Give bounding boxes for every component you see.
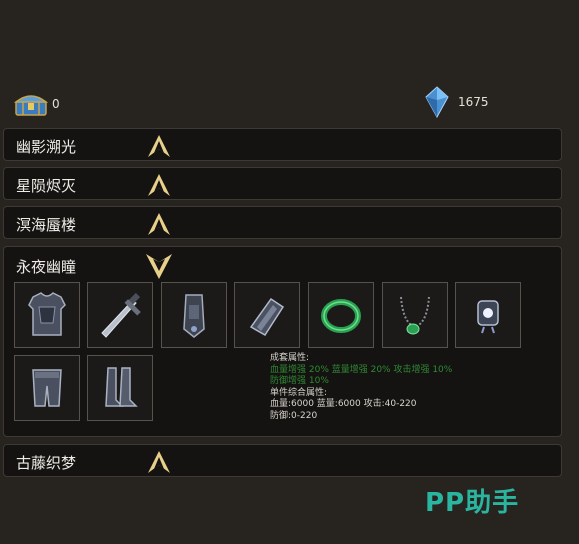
set-bonus-line: 防御增强 10% — [270, 376, 329, 386]
set-name: 溟海蜃楼 — [16, 216, 77, 234]
chest-count: 0 — [52, 97, 60, 111]
set-row-minghai[interactable]: 溟海蜃楼 — [3, 206, 562, 239]
sword-icon — [101, 292, 141, 338]
set-name: 古藤织梦 — [16, 454, 77, 472]
watermark-logo: PP助手 — [425, 488, 520, 518]
set-row-guteng[interactable]: 古藤织梦 — [3, 444, 562, 477]
item-slot-amulet[interactable] — [455, 282, 521, 348]
item-slot-gauntlet[interactable] — [234, 282, 300, 348]
item-slot-jade-bracelet[interactable] — [308, 282, 374, 348]
item-slot-jade-necklace[interactable] — [382, 282, 448, 348]
set-name: 幽影溯光 — [16, 138, 77, 156]
jade-bracelet-icon — [321, 299, 361, 333]
set-attr-label: 成套属性: — [270, 353, 310, 363]
item-slot-bracer[interactable] — [161, 282, 227, 348]
set-attributes-panel: 成套属性: 血量增强 20% 蓝量增强 20% 攻击增强 10% 防御增强 10… — [270, 353, 510, 422]
crystal-count: 1675 — [458, 95, 489, 109]
set-name[interactable]: 永夜幽瞳 — [16, 256, 76, 277]
set-row-youying[interactable]: 幽影溯光 — [3, 128, 562, 161]
item-slot-boots[interactable] — [87, 355, 153, 421]
chevron-up-icon[interactable] — [146, 211, 172, 237]
boots-icon — [105, 367, 138, 407]
set-bonus-line: 血量增强 20% 蓝量增强 20% 攻击增强 10% — [270, 364, 453, 375]
leg-armor-icon — [32, 369, 62, 407]
amulet-icon — [477, 300, 499, 334]
single-attr-label: 单件综合属性: — [270, 387, 328, 398]
crystal-icon[interactable] — [424, 86, 450, 118]
item-slot-leg-armor[interactable] — [14, 355, 80, 421]
stat-line: 防御:0-220 — [270, 410, 318, 421]
item-slot-chest-armor[interactable] — [14, 282, 80, 348]
currency-bar: 0 1675 — [0, 86, 579, 120]
set-row-xingyun[interactable]: 星陨烬灭 — [3, 167, 562, 200]
set-name: 星陨烬灭 — [16, 177, 77, 195]
chevron-down-icon[interactable] — [144, 251, 174, 281]
stat-line: 血量:6000 蓝量:6000 攻击:40-220 — [270, 399, 417, 409]
jade-necklace-icon — [400, 296, 430, 335]
chest-armor-icon — [28, 292, 66, 336]
chevron-up-icon[interactable] — [146, 133, 172, 159]
gauntlet-icon — [249, 297, 285, 337]
chevron-up-icon[interactable] — [146, 172, 172, 198]
set-panel-yongye: 永夜幽瞳 成套属性: 血量增强 20% 蓝量增强 20% 攻击增强 10% 防御… — [3, 246, 562, 437]
item-slot-sword[interactable] — [87, 282, 153, 348]
chevron-up-icon[interactable] — [146, 449, 172, 475]
bracer-icon — [183, 294, 205, 338]
treasure-chest-icon[interactable] — [14, 92, 48, 116]
